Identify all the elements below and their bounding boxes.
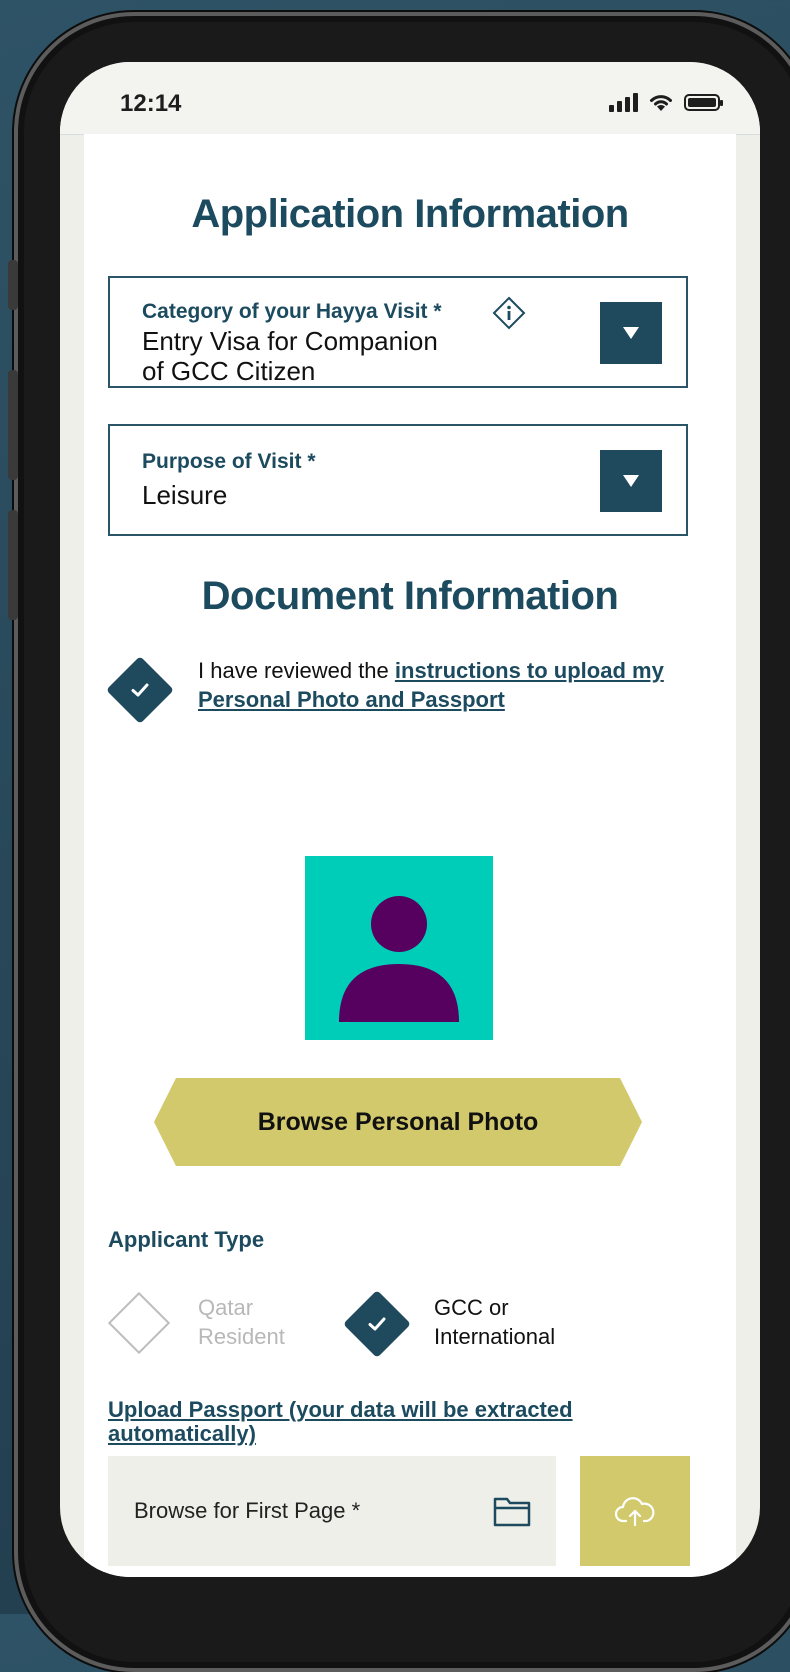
applicant-type-gcc-international-radio[interactable] (343, 1290, 411, 1358)
chevron-down-icon (623, 327, 639, 339)
upload-button[interactable] (580, 1456, 690, 1566)
cloud-upload-icon (614, 1497, 655, 1527)
folder-icon[interactable] (492, 1494, 532, 1528)
qatar-resident-line2: Resident (198, 1324, 285, 1349)
purpose-dropdown-button[interactable] (600, 450, 662, 512)
qatar-resident-line1: Qatar (198, 1295, 254, 1320)
category-value-line1: Entry Visa for Companion (142, 326, 438, 356)
gcc-international-line2: International (434, 1324, 556, 1349)
category-value-line2: of GCC Citizen (142, 356, 316, 386)
qatar-resident-label: Qatar Resident (198, 1293, 285, 1351)
phone-screen: 12:14 Application Information Category o… (60, 62, 760, 1577)
gcc-international-line1: GCC or (434, 1295, 509, 1320)
category-dropdown-button[interactable] (600, 302, 662, 364)
person-avatar-icon (339, 896, 459, 1022)
acknowledgement-prefix: I have reviewed the (198, 658, 395, 683)
upload-passport-link[interactable]: Upload Passport (your data will be extra… (108, 1398, 668, 1446)
browse-personal-photo-button[interactable]: Browse Personal Photo (154, 1078, 642, 1166)
instructions-acknowledgement: I have reviewed the instructions to uplo… (198, 656, 698, 714)
phone-mute-switch (8, 260, 18, 310)
checkmark-icon (131, 683, 149, 697)
chevron-down-icon (623, 475, 639, 487)
instructions-checkbox[interactable] (106, 656, 174, 724)
status-time: 12:14 (120, 90, 182, 117)
checkmark-icon (368, 1317, 386, 1331)
battery-icon (684, 93, 723, 111)
phone-volume-up (8, 370, 18, 480)
applicant-type-qatar-resident-radio[interactable] (107, 1291, 171, 1355)
first-page-placeholder: Browse for First Page * (134, 1498, 361, 1523)
purpose-label: Purpose of Visit * (142, 450, 316, 473)
first-page-file-input[interactable]: Browse for First Page * (108, 1456, 556, 1566)
applicant-type-label: Applicant Type (108, 1227, 265, 1252)
status-icons (609, 92, 723, 112)
application-form: Application Information Category of your… (84, 134, 736, 1577)
browse-photo-label: Browse Personal Photo (257, 1107, 539, 1136)
application-info-title: Application Information (191, 192, 629, 236)
cellular-signal-icon (609, 92, 638, 112)
document-info-title: Document Information (201, 574, 619, 618)
gcc-international-label: GCC or International (434, 1293, 555, 1351)
phone-volume-down (8, 510, 18, 620)
info-icon[interactable] (492, 296, 526, 330)
status-bar: 12:14 (60, 62, 760, 135)
personal-photo-preview (305, 856, 493, 1040)
purpose-value: Leisure (142, 480, 228, 510)
category-label: Category of your Hayya Visit * (142, 300, 442, 323)
wifi-icon (650, 95, 672, 111)
purpose-select[interactable]: Purpose of Visit * Leisure (108, 424, 688, 536)
category-select[interactable]: Category of your Hayya Visit * Entry Vis… (108, 276, 688, 388)
